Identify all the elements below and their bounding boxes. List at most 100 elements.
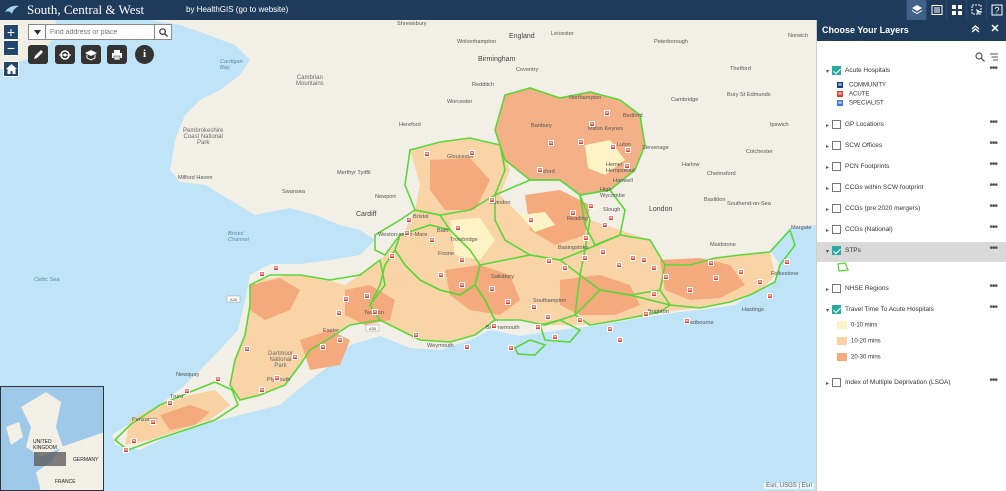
hospital-marker-icon[interactable]: H	[552, 334, 558, 340]
hospital-marker-icon[interactable]: H	[459, 257, 465, 263]
hospital-marker-icon[interactable]: H	[604, 110, 610, 116]
hospital-marker-icon[interactable]: H	[548, 140, 554, 146]
hospital-marker-icon[interactable]: H	[406, 217, 412, 223]
hospital-marker-icon[interactable]: H	[274, 375, 280, 381]
layer-row[interactable]: ▸ CCGs within SCW footprint •••	[817, 179, 1006, 199]
more-options-icon[interactable]: •••	[989, 117, 997, 128]
layer-visibility-checkbox[interactable]	[832, 305, 841, 314]
print-button[interactable]	[107, 45, 127, 64]
caret-down-icon[interactable]: ▾	[826, 248, 829, 255]
close-panel-button[interactable]	[991, 24, 999, 34]
hospital-marker-icon[interactable]: H	[624, 163, 630, 169]
legend-button[interactable]	[926, 0, 946, 20]
hospital-marker-icon[interactable]: H	[184, 388, 190, 394]
search-button[interactable]	[154, 25, 171, 39]
hospital-marker-icon[interactable]: H	[687, 287, 693, 293]
layer-visibility-checkbox[interactable]	[832, 120, 841, 129]
hospital-marker-icon[interactable]: H	[663, 274, 669, 280]
layer-row[interactable]: ▾ STPs •••	[817, 242, 1006, 262]
layer-visibility-checkbox[interactable]	[832, 246, 841, 255]
hospital-marker-icon[interactable]: H	[424, 151, 430, 157]
help-button[interactable]: ?	[986, 0, 1006, 20]
caret-down-icon[interactable]: ▾	[826, 307, 829, 314]
hospital-marker-icon[interactable]: H	[489, 286, 495, 292]
search-source-dropdown[interactable]	[29, 25, 46, 39]
map-view[interactable]: A30 A35 Shrewsbury Wolverhampton England Le…	[0, 20, 816, 491]
hospital-marker-icon[interactable]: H	[767, 293, 773, 299]
hospital-marker-icon[interactable]: H	[589, 121, 595, 127]
hospital-marker-icon[interactable]: H	[738, 269, 744, 275]
more-options-icon[interactable]: •••	[989, 138, 997, 149]
hospital-marker-icon[interactable]: H	[607, 326, 613, 332]
layer-row[interactable]: ▸ GP Locations •••	[817, 116, 1006, 136]
hospital-marker-icon[interactable]: H	[336, 310, 342, 316]
hospital-marker-icon[interactable]: H	[464, 344, 470, 350]
hospital-marker-icon[interactable]: H	[708, 260, 714, 266]
hospital-marker-icon[interactable]: H	[562, 265, 568, 271]
zoom-out-button[interactable]: −	[3, 40, 19, 56]
hospital-marker-icon[interactable]: H	[372, 309, 378, 315]
directions-button[interactable]	[81, 45, 101, 64]
hospital-marker-icon[interactable]: H	[343, 296, 349, 302]
hospital-marker-icon[interactable]: H	[545, 314, 551, 320]
caret-right-icon[interactable]: ▸	[826, 380, 829, 387]
hospital-marker-icon[interactable]: H	[505, 299, 511, 305]
hospital-marker-icon[interactable]: H	[588, 203, 594, 209]
layer-visibility-checkbox[interactable]	[832, 284, 841, 293]
hospital-marker-icon[interactable]: H	[757, 279, 763, 285]
caret-right-icon[interactable]: ▸	[826, 286, 829, 293]
more-options-icon[interactable]: •••	[989, 222, 997, 233]
hospital-marker-icon[interactable]: H	[259, 271, 265, 277]
hospital-marker-icon[interactable]: H	[784, 259, 790, 265]
more-options-icon[interactable]: •••	[989, 159, 997, 170]
hospital-marker-icon[interactable]: H	[337, 337, 343, 343]
hospital-marker-icon[interactable]: H	[438, 272, 444, 278]
layer-row[interactable]: ▸ PCN Footprints •••	[817, 158, 1006, 178]
hospital-marker-icon[interactable]: H	[582, 255, 588, 261]
hospital-marker-icon[interactable]: H	[389, 253, 395, 259]
hospital-marker-icon[interactable]: H	[404, 230, 410, 236]
hospital-marker-icon[interactable]: H	[491, 323, 497, 329]
layer-visibility-checkbox[interactable]	[832, 225, 841, 234]
hospital-marker-icon[interactable]: H	[583, 235, 589, 241]
hospital-marker-icon[interactable]: H	[459, 282, 465, 288]
website-link[interactable]: by HealthGIS (go to website)	[186, 5, 288, 14]
collapse-panel-button[interactable]	[971, 24, 980, 35]
layer-row[interactable]: ▸ CCGs (National) •••	[817, 221, 1006, 241]
hospital-marker-icon[interactable]: H	[259, 387, 265, 393]
layer-row[interactable]: ▾ Travel Time To Acute Hospitals •••	[817, 301, 1006, 321]
hospital-marker-icon[interactable]: H	[167, 400, 173, 406]
hospital-marker-icon[interactable]: H	[684, 318, 690, 324]
draw-button[interactable]	[28, 45, 48, 64]
zoom-in-button[interactable]: +	[3, 24, 19, 40]
more-options-icon[interactable]: •••	[989, 281, 997, 292]
hospital-marker-icon[interactable]: H	[610, 144, 616, 150]
layer-visibility-checkbox[interactable]	[832, 378, 841, 387]
hospital-marker-icon[interactable]: H	[123, 447, 129, 453]
hospital-marker-icon[interactable]: H	[364, 293, 370, 299]
caret-right-icon[interactable]: ▸	[826, 206, 829, 213]
more-options-icon[interactable]: •••	[989, 243, 997, 254]
hospital-marker-icon[interactable]: H	[546, 258, 552, 264]
hospital-marker-icon[interactable]: H	[535, 324, 541, 330]
layer-row[interactable]: ▸ NHSE Regions •••	[817, 280, 1006, 300]
hospital-marker-icon[interactable]: H	[215, 376, 221, 382]
layer-visibility-checkbox[interactable]	[832, 162, 841, 171]
layer-row[interactable]: ▸ SCW Offices •••	[817, 137, 1006, 157]
hospital-marker-icon[interactable]: H	[602, 222, 608, 228]
hospital-marker-icon[interactable]: H	[131, 438, 137, 444]
search-input[interactable]	[46, 25, 154, 39]
hospital-marker-icon[interactable]: H	[630, 255, 636, 261]
hospital-marker-icon[interactable]: H	[600, 249, 606, 255]
more-options-icon[interactable]: •••	[989, 180, 997, 191]
more-options-icon[interactable]: •••	[989, 201, 997, 212]
hospital-marker-icon[interactable]: H	[469, 150, 475, 156]
hospital-marker-icon[interactable]: H	[244, 346, 250, 352]
caret-right-icon[interactable]: ▸	[826, 122, 829, 129]
hospital-marker-icon[interactable]: H	[617, 337, 623, 343]
hospital-marker-icon[interactable]: H	[455, 225, 461, 231]
layer-row[interactable]: ▸ CCGs (pre 2020 mergers) •••	[817, 200, 1006, 220]
select-button[interactable]	[966, 0, 986, 20]
info-button[interactable]: i	[135, 45, 154, 64]
hospital-marker-icon[interactable]: H	[625, 147, 631, 153]
